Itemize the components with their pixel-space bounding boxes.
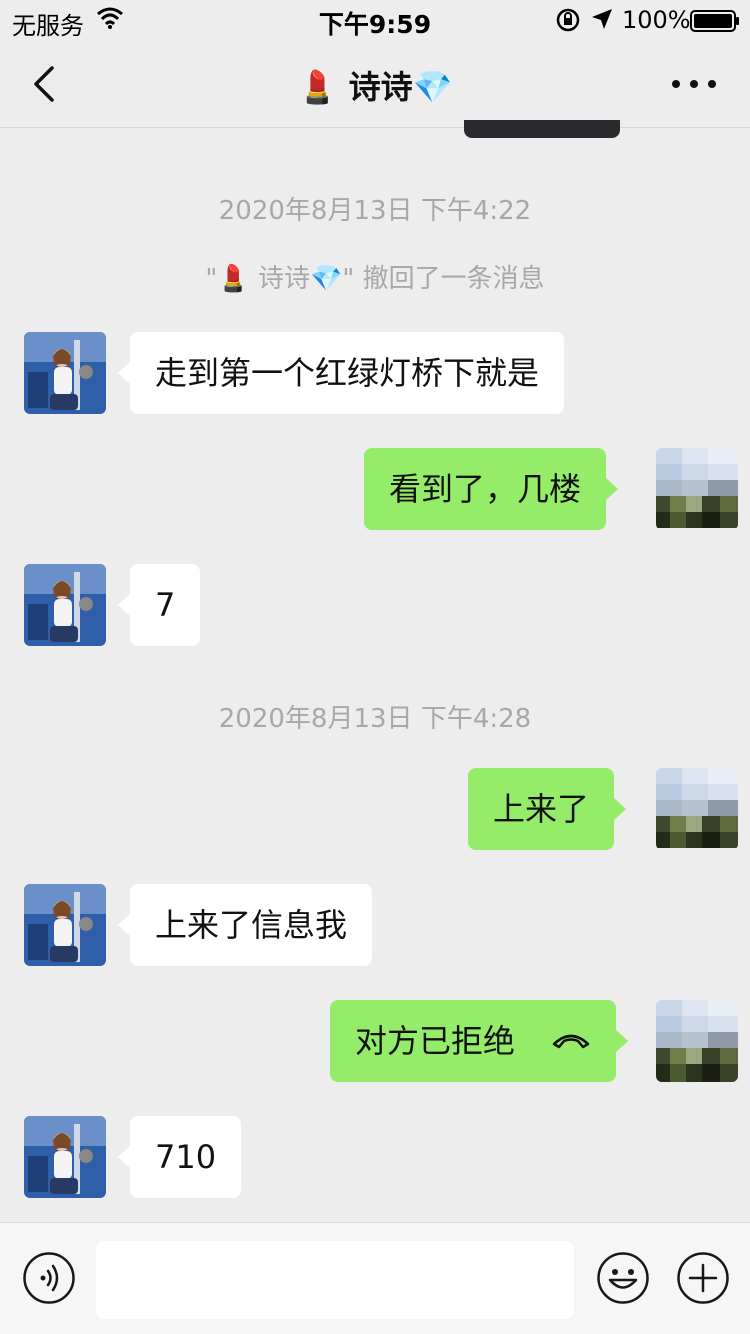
location-icon <box>592 9 612 29</box>
received-message[interactable]: 710 <box>117 1116 242 1198</box>
status-bar: 无服务 下午9:59 100% <box>0 0 750 40</box>
message-input[interactable] <box>96 1241 574 1319</box>
received-message[interactable]: 上来了信息我 <box>117 884 373 966</box>
voice-icon[interactable] <box>22 1251 76 1305</box>
user-avatar[interactable] <box>656 448 738 530</box>
received-message[interactable]: 走到第一个红绿灯桥下就是 <box>117 332 565 414</box>
more-dots-icon[interactable] <box>668 70 720 98</box>
nav-bar: 💄 诗诗💎 <box>0 40 750 128</box>
input-bar <box>0 1222 750 1334</box>
hangup-phone-icon <box>552 1034 590 1049</box>
emoji-icon[interactable] <box>596 1251 650 1305</box>
sent-message[interactable]: 看到了，几楼 <box>364 448 619 530</box>
user-avatar[interactable] <box>656 768 738 850</box>
contact-avatar[interactable] <box>24 564 106 646</box>
battery-icon <box>690 10 739 32</box>
recall-notice: "💄 诗诗💎" 撤回了一条消息 <box>205 264 545 294</box>
chat-title: 💄 诗诗💎 <box>297 68 453 106</box>
call-status-label: 对方已拒绝 <box>355 1022 516 1060</box>
battery-percent: 100% <box>622 6 691 34</box>
sent-message[interactable]: 上来了 <box>468 768 627 850</box>
plus-icon[interactable] <box>676 1251 730 1305</box>
previous-message-fragment <box>464 120 620 138</box>
received-message[interactable]: 7 <box>117 564 201 646</box>
contact-avatar[interactable] <box>24 1116 106 1198</box>
timestamp: 2020年8月13日 下午4:28 <box>218 704 532 734</box>
contact-avatar[interactable] <box>24 884 106 966</box>
orientation-lock-icon <box>556 8 580 32</box>
user-avatar[interactable] <box>656 1000 738 1082</box>
call-record-message[interactable]: 对方已拒绝 <box>330 1000 629 1082</box>
timestamp: 2020年8月13日 下午4:22 <box>218 196 532 226</box>
contact-avatar[interactable] <box>24 332 106 414</box>
